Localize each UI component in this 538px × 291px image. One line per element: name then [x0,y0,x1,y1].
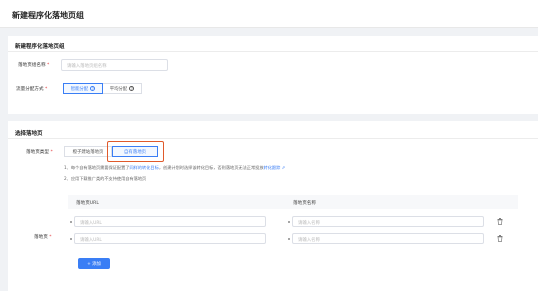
landing-type-own-label: 自有落地页 [124,149,146,155]
help-icon[interactable]: ? [129,86,135,91]
url-input-2[interactable]: 请输入URL [74,233,266,244]
group-name-placeholder: 请输入落地页组名称 [67,64,107,69]
landing-table-label: 落地页 * [34,234,52,240]
section-divider [8,51,538,52]
url-placeholder-1: 请输入URL [80,221,102,226]
help-icon[interactable]: ? [90,86,96,91]
split-mode-label-text: 流量分配方式 [16,87,44,92]
landing-type-label-text: 落地页类型 [26,150,49,155]
note-1: 1、每个自有落地页需要保证配置了同样的转化目标，创建计划时选择该转化目标，否则落… [64,165,285,171]
delete-icon[interactable] [497,218,503,225]
required-mark: * [50,150,53,155]
note-1-middle: ，创建计划时选择该转化目标，否则落地页无法正常投放 [158,165,264,170]
note-2-text: 2、应用下载推广类的不支持使用自有落地页 [64,176,147,181]
required-mark: * [47,63,50,68]
landing-type-chengzi-label: 橙子建站落地页 [72,149,104,155]
required-mark: * [49,235,52,240]
name-input-2[interactable]: 请输入名称 [292,233,484,244]
note-2: 2、应用下载推广类的不支持使用自有落地页 [64,176,146,182]
page-header: 新建程序化落地页组 [0,0,538,28]
conversion-goal-link[interactable]: 同样的转化目标 [129,165,158,170]
landing-group-card: 新建程序化落地页组 落地页组名称 * 请输入落地页组名称 流量分配方式 * 智能… [8,36,538,114]
landing-type-own[interactable]: 自有落地页 [112,146,158,157]
note-1-prefix: 1、每个自有落地页需要保证配置了 [64,165,130,170]
name-placeholder-2: 请输入名称 [298,238,320,243]
add-landing-button[interactable]: + 添加 [78,258,110,269]
page-title: 新建程序化落地页组 [12,11,84,20]
row-bullet [70,221,72,223]
delete-icon[interactable] [497,235,503,242]
row-bullet [70,238,72,240]
url-placeholder-2: 请输入URL [80,238,102,243]
group-name-label: 落地页组名称 * [18,62,49,68]
column-name: 落地页名称 [293,201,316,206]
name-placeholder-1: 请输入名称 [298,221,320,226]
split-option-average-label: 平均分配 [109,86,128,92]
column-url: 落地页URL [76,201,99,206]
split-option-smart-label: 智能分配 [70,86,89,92]
section-title-group: 新建程序化落地页组 [15,44,65,50]
landing-table-label-text: 落地页 [34,235,48,240]
conversion-tracking-link[interactable]: 转化跟踪 ⇗ [264,165,286,170]
section-title-landing: 选择落地页 [15,131,43,137]
landing-type-chengzi[interactable]: 橙子建站落地页 [64,146,112,157]
row-bullet [288,221,290,223]
split-option-smart[interactable]: 智能分配 ? [63,83,103,94]
landing-table-header: 落地页URL 落地页名称 [68,195,518,209]
group-name-label-text: 落地页组名称 [18,63,46,68]
landing-type-label: 落地页类型 * [26,149,53,155]
landing-select-card: 选择落地页 落地页类型 * 橙子建站落地页 自有落地页 1、每个自有落地页需要保… [8,121,538,291]
name-input-1[interactable]: 请输入名称 [292,216,484,227]
url-input-1[interactable]: 请输入URL [74,216,266,227]
split-mode-label: 流量分配方式 * [16,86,47,92]
group-name-input[interactable]: 请输入落地页组名称 [61,59,168,71]
section-divider [8,138,538,139]
split-option-average[interactable]: 平均分配 ? [102,83,142,94]
required-mark: * [45,87,48,92]
row-bullet [288,238,290,240]
